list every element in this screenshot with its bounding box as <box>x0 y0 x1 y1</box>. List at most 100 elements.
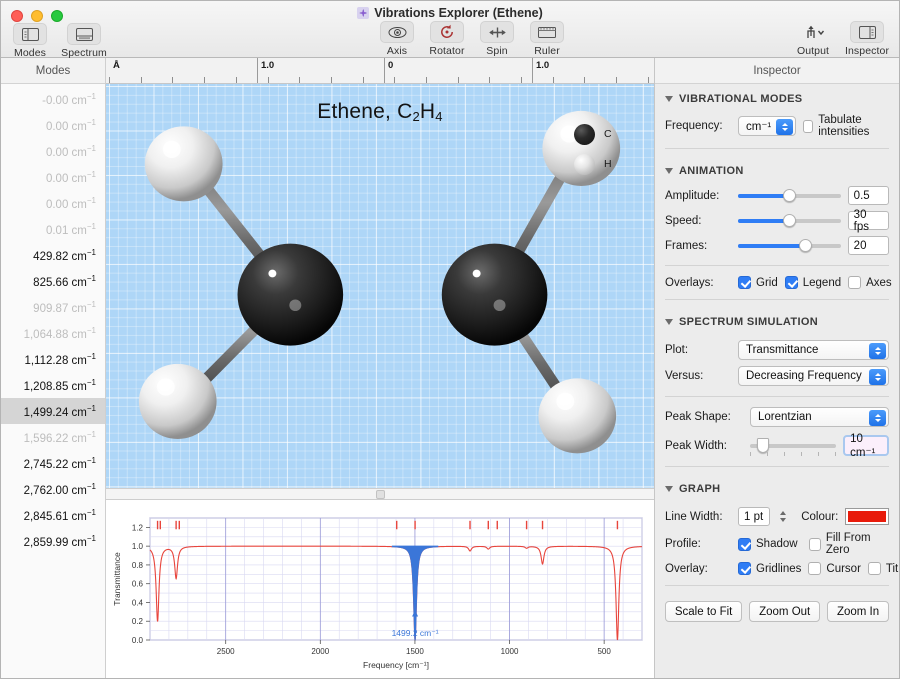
speed-field[interactable]: 30 fps <box>848 211 889 230</box>
toolbar-button-ruler[interactable]: Ruler <box>524 21 570 57</box>
spectrum-chart[interactable]: 1499.2 cm⁻¹0.00.20.40.60.81.01.2Transmit… <box>106 500 654 678</box>
ruler-tick <box>363 77 364 83</box>
ruler-tick <box>489 77 490 83</box>
mode-value: 1,112.28 cm−1 <box>24 352 96 367</box>
disclosure-triangle-icon[interactable] <box>665 96 673 102</box>
peak-width-field[interactable]: 10 cm⁻¹ <box>843 435 889 456</box>
ruler-tick <box>394 77 395 83</box>
slider-knob[interactable] <box>783 189 796 202</box>
modes-header: Modes <box>1 58 105 84</box>
plot-select[interactable]: Transmittance <box>738 340 889 360</box>
slider-knob[interactable] <box>783 214 796 227</box>
peak-shape-value: Lorentzian <box>758 411 812 423</box>
line-width-field[interactable]: 1 pt <box>738 507 770 526</box>
overlay-grid-label: Grid <box>756 277 778 289</box>
splitter-grip-icon[interactable] <box>376 490 385 499</box>
overlay-gridlines-checkbox[interactable]: Gridlines <box>738 562 801 575</box>
mode-list-item[interactable]: 0.00 cm−1 <box>1 164 105 190</box>
disclosure-triangle-icon[interactable] <box>665 319 673 325</box>
molecule-3d-view[interactable]: Ethene, C2H4 C H <box>106 84 654 488</box>
mode-list-item[interactable]: 0.00 cm−1 <box>1 190 105 216</box>
section-spectrum-simulation[interactable]: SPECTRUM SIMULATION <box>655 307 899 334</box>
amplitude-slider[interactable] <box>738 187 841 205</box>
mode-value: 2,859.99 cm−1 <box>24 534 96 549</box>
amplitude-field[interactable]: 0.5 <box>848 186 889 205</box>
scale-to-fit-button[interactable]: Scale to Fit <box>665 601 742 622</box>
frames-field[interactable]: 20 <box>848 236 889 255</box>
mode-list-item[interactable]: 825.66 cm−1 <box>1 268 105 294</box>
ruler-major-line <box>257 58 258 83</box>
mode-list-item[interactable]: -0.00 cm−1 <box>1 86 105 112</box>
svg-text:1500: 1500 <box>406 647 424 656</box>
mode-list-item[interactable]: 1,064.88 cm−1 <box>1 320 105 346</box>
section-vibrational-modes[interactable]: VIBRATIONAL MODES <box>655 84 899 111</box>
toolbar-button-spectrum[interactable]: Spectrum <box>57 23 111 59</box>
mode-list-item[interactable]: 2,745.22 cm−1 <box>1 450 105 476</box>
main-body: Modes -0.00 cm−10.00 cm−10.00 cm−10.00 c… <box>1 58 899 678</box>
frequency-unit-select[interactable]: cm⁻¹ <box>738 116 796 136</box>
mode-list-item[interactable]: 2,762.00 cm−1 <box>1 476 105 502</box>
toolbar-button-output[interactable]: Output <box>790 21 836 57</box>
svg-text:0.6: 0.6 <box>132 580 144 589</box>
toolbar-label-axis: Axis <box>374 45 420 57</box>
toolbar-button-axis[interactable]: Axis <box>374 21 420 57</box>
mode-list-item[interactable]: 2,845.61 cm−1 <box>1 502 105 528</box>
zoom-out-button[interactable]: Zoom Out <box>749 601 820 622</box>
overlay-cursor-checkbox[interactable]: Cursor <box>808 562 861 575</box>
mode-value: -0.00 cm−1 <box>42 92 96 107</box>
frames-row: Frames: 20 <box>655 233 899 258</box>
x-axis: 2500200015001000500 <box>217 640 612 656</box>
mode-list-item[interactable]: 1,499.24 cm−1 <box>1 398 105 424</box>
line-width-stepper[interactable] <box>777 507 788 526</box>
amplitude-row: Amplitude: 0.5 <box>655 183 899 208</box>
mode-list-item[interactable]: 0.00 cm−1 <box>1 112 105 138</box>
colour-chip <box>848 511 886 522</box>
overlay-axes-checkbox[interactable]: Axes <box>848 276 892 289</box>
toolbar-button-spin[interactable]: Spin <box>474 21 520 57</box>
overlay-title-checkbox[interactable]: Title <box>868 562 899 575</box>
ruler-major-line <box>384 58 385 83</box>
overlay-legend-label: Legend <box>803 277 841 289</box>
tabulate-intensities-checkbox[interactable]: Tabulate intensities <box>803 114 889 138</box>
divider <box>665 585 889 586</box>
zoom-in-button[interactable]: Zoom In <box>827 601 889 622</box>
mode-list-item[interactable]: 2,859.99 cm−1 <box>1 528 105 554</box>
hydrogen-ball-icon <box>574 154 595 175</box>
frames-slider[interactable] <box>738 237 841 255</box>
peak-width-slider[interactable] <box>750 437 836 455</box>
toolbar-button-rotator[interactable]: Rotator <box>424 21 470 57</box>
formula-carbon: C <box>397 100 412 123</box>
slider-knob[interactable] <box>799 239 812 252</box>
versus-select[interactable]: Decreasing Frequency <box>738 366 889 386</box>
overlay-grid-checkbox[interactable]: Grid <box>738 276 778 289</box>
speed-slider[interactable] <box>738 212 841 230</box>
atom-legend: C H <box>574 119 632 179</box>
section-graph[interactable]: GRAPH <box>655 474 899 501</box>
mode-value: 2,745.22 cm−1 <box>24 456 96 471</box>
peak-shape-select[interactable]: Lorentzian <box>750 407 889 427</box>
pane-splitter[interactable] <box>106 488 654 500</box>
disclosure-triangle-icon[interactable] <box>665 486 673 492</box>
overlay-row: Overlay: Gridlines Cursor Title <box>655 559 899 578</box>
mode-list-item[interactable]: 0.01 cm−1 <box>1 216 105 242</box>
mode-list-item[interactable]: 1,112.28 cm−1 <box>1 346 105 372</box>
modes-list[interactable]: -0.00 cm−10.00 cm−10.00 cm−10.00 cm−10.0… <box>1 84 105 678</box>
mode-list-item[interactable]: 429.82 cm−1 <box>1 242 105 268</box>
mode-list-item[interactable]: 909.87 cm−1 <box>1 294 105 320</box>
toolbar-button-inspector[interactable]: Inspector <box>840 21 894 57</box>
mode-list-item[interactable]: 0.00 cm−1 <box>1 138 105 164</box>
colour-swatch[interactable] <box>845 508 889 525</box>
mode-value: 825.66 cm−1 <box>33 274 96 289</box>
ruler-label: 1.0 <box>536 60 549 71</box>
mode-list-item[interactable]: 1,596.22 cm−1 <box>1 424 105 450</box>
profile-fill-from-zero-checkbox[interactable]: Fill From Zero <box>809 532 889 556</box>
mode-value: 0.00 cm−1 <box>46 118 96 133</box>
inspector-panel: Inspector VIBRATIONAL MODES Frequency: c… <box>654 58 899 678</box>
toolbar-button-modes[interactable]: Modes <box>7 23 53 59</box>
ruler-bar: Å1.001.0 <box>106 58 654 84</box>
disclosure-triangle-icon[interactable] <box>665 168 673 174</box>
mode-list-item[interactable]: 1,208.85 cm−1 <box>1 372 105 398</box>
overlay-legend-checkbox[interactable]: Legend <box>785 276 841 289</box>
section-animation[interactable]: ANIMATION <box>655 156 899 183</box>
profile-shadow-checkbox[interactable]: Shadow <box>738 538 802 551</box>
